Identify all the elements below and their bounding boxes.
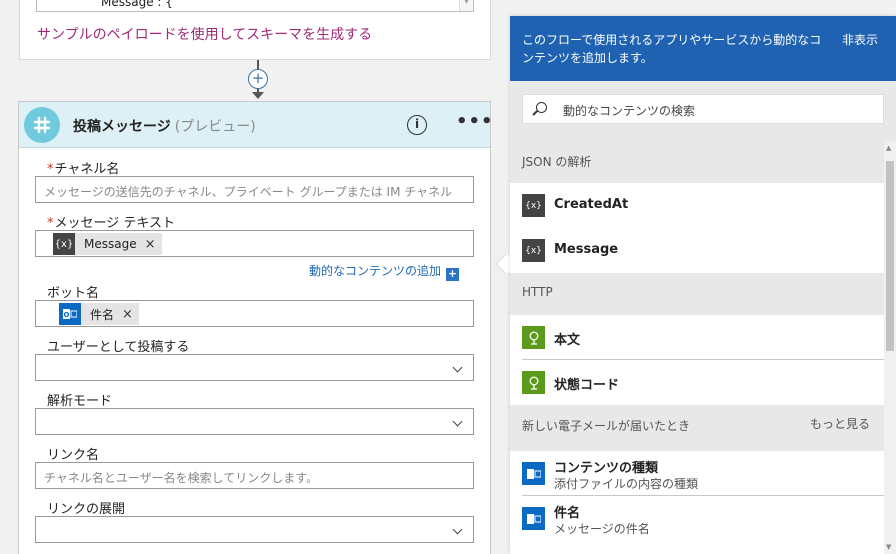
item-label: 状態コード [554,378,620,393]
message-text-label-text: メッセージ テキスト [54,216,175,231]
required-marker: * [47,216,54,231]
message-text-input[interactable]: {x} Message × [35,230,474,257]
channel-placeholder: メッセージの送信先のチャネル、プライベート グループまたは IM チャネル [44,185,453,199]
section-title: 新しい電子メールが届いたとき [522,419,691,433]
scrollbar-thumb[interactable] [886,161,894,351]
post-as-user-label: ユーザーとして投稿する [47,340,190,355]
dynamic-content-list: JSON の解析 {x} CreatedAt {x} Message HTTP … [510,141,884,554]
parse-mode-select[interactable] [35,408,474,435]
required-marker: * [47,162,54,177]
variable-icon: {x} [522,239,545,262]
dynamic-content-panel: このフローで使用されるアプリやサービスから動的なコンテンツを追加します。 非表示… [510,16,896,554]
link-names-placeholder: チャネル名とユーザー名を検索してリンクします。 [44,471,319,485]
chevron-down-icon [452,362,463,373]
panel-header: このフローで使用されるアプリやサービスから動的なコンテンツを追加します。 非表示 [510,16,896,81]
post-message-card: 投稿メッセージ (プレビュー) i ••• *チャネル名 メッセージの送信先のチャ… [18,101,493,554]
see-more-link[interactable]: もっと見る [810,415,870,434]
add-dynamic-content-text: 動的なコンテンツの追加 [309,264,442,278]
remove-token-icon[interactable]: × [145,237,162,252]
schema-textarea[interactable]: Message : { ▾ [36,0,474,12]
item-label: CreatedAt [554,197,629,212]
generate-schema-link[interactable]: サンプルのペイロードを使用してスキーマを生成する [37,24,372,44]
message-text-label: *メッセージ テキスト [47,212,175,231]
more-options-icon[interactable]: ••• [456,112,494,132]
channel-label: *チャネル名 [47,158,119,177]
connector-arrow-icon [252,92,264,99]
variable-icon: {x} [53,233,75,255]
item-label: コンテンツの種類 [554,461,659,476]
section-title: JSON の解析 [522,155,592,169]
card-title-text: 投稿メッセージ [73,119,171,135]
slack-logo-icon [24,107,60,143]
remove-token-icon[interactable]: × [122,307,139,322]
svg-text:O: O [64,311,70,319]
info-icon[interactable]: i [407,115,427,135]
item-description: メッセージの件名 [554,522,650,536]
dynamic-content-search-input[interactable]: 動的なコンテンツの検索 [522,94,884,124]
outlook-icon: O [59,303,81,325]
search-icon [536,102,547,113]
outlook-icon [522,507,545,530]
unfurl-links-label: リンクの展開 [47,502,126,517]
chevron-down-icon [452,416,463,427]
post-as-user-select[interactable] [35,354,474,381]
list-item[interactable]: {x} Message [510,228,884,273]
add-dynamic-content-link[interactable]: 動的なコンテンツの追加 + [309,262,460,281]
textarea-scrollbar[interactable]: ▾ [459,0,473,11]
list-item[interactable]: {x} CreatedAt [510,183,884,228]
hide-panel-button[interactable]: 非表示 [842,31,878,48]
parse-mode-label: 解析モード [47,394,113,409]
schema-textarea-value: Message : { [101,0,173,9]
subject-token[interactable]: O 件名 × [59,303,139,325]
search-placeholder: 動的なコンテンツの検索 [563,104,696,118]
globe-icon [522,326,545,349]
card-title: 投稿メッセージ (プレビュー) [73,116,256,136]
panel-scrollbar[interactable]: ▲ ▼ [884,141,896,554]
outlook-icon [522,462,545,485]
insert-step-plus-icon[interactable]: + [248,69,268,89]
scroll-up-icon[interactable]: ▲ [886,144,891,152]
unfurl-links-select[interactable] [35,516,474,543]
channel-input[interactable]: メッセージの送信先のチャネル、プライベート グループまたは IM チャネル [35,176,474,203]
globe-icon [522,371,545,394]
card-header[interactable]: 投稿メッセージ (プレビュー) i ••• [19,102,493,148]
list-item[interactable]: 状態コード [510,360,884,405]
section-header-http: HTTP [510,273,884,315]
section-title: HTTP [522,285,553,299]
item-label: 件名 [554,506,581,521]
chevron-down-icon [452,524,463,535]
link-names-input[interactable]: チャネル名とユーザー名を検索してリンクします。 [35,462,474,489]
message-token[interactable]: {x} Message × [53,233,162,255]
list-item[interactable]: 件名 メッセージの件名 [510,496,884,541]
link-names-label: リンク名 [47,448,100,463]
bot-name-label: ボット名 [47,286,100,301]
bot-name-input[interactable]: O 件名 × [35,300,474,327]
list-item[interactable]: コンテンツの種類 添付ファイルの内容の種類 [510,451,884,496]
item-label: Message [554,242,619,257]
message-token-text: Message [84,237,137,251]
section-header-new-email: 新しい電子メールが届いたとき もっと見る [510,405,884,451]
add-dynamic-content-icon: + [446,267,460,281]
item-label: 本文 [554,333,581,348]
panel-description: このフローで使用されるアプリやサービスから動的なコンテンツを追加します。 [522,33,822,65]
item-description: 添付ファイルの内容の種類 [554,477,699,491]
card-subtitle: (プレビュー) [174,119,256,135]
list-item[interactable]: 本文 [510,315,884,360]
variable-icon: {x} [522,194,545,217]
scroll-down-icon[interactable]: ▼ [886,543,891,551]
subject-token-text: 件名 [90,307,115,322]
previous-step-card: Message : { ▾ サンプルのペイロードを使用してスキーマを生成する [19,0,491,60]
channel-label-text: チャネル名 [54,162,120,177]
section-header-json-parse: JSON の解析 [510,141,884,183]
